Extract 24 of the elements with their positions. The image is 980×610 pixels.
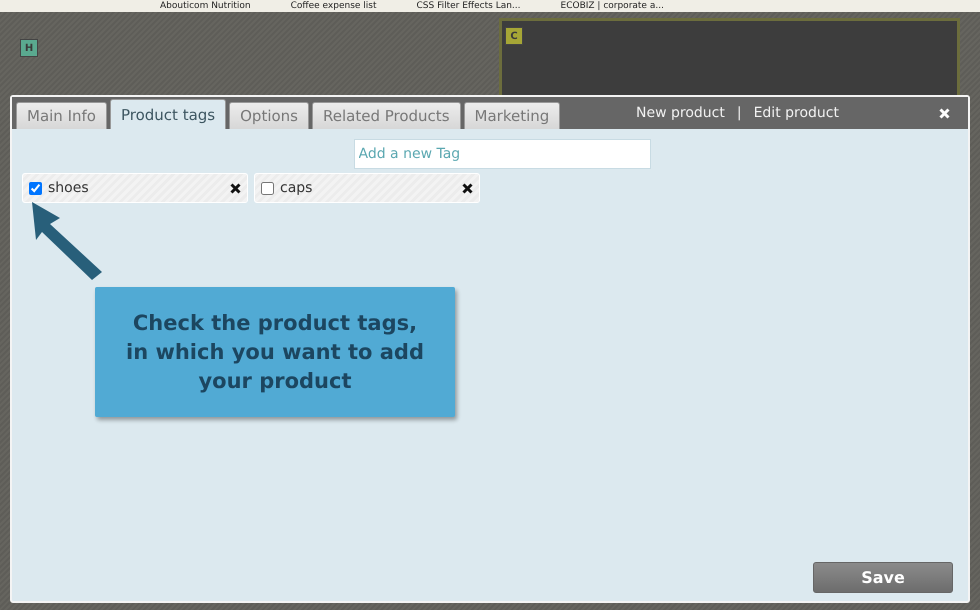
- header-link[interactable]: Edit product: [754, 105, 839, 121]
- tag-label: shoes: [48, 180, 90, 196]
- tab[interactable]: Product tags: [110, 99, 226, 129]
- new-tag-field[interactable]: Add a new Tag: [354, 139, 650, 169]
- tab[interactable]: Related Products: [312, 102, 461, 129]
- close-icon[interactable]: [939, 108, 950, 118]
- tab[interactable]: Main Info: [16, 102, 107, 129]
- tag-checkbox[interactable]: [29, 182, 42, 194]
- separator: |: [736, 105, 742, 121]
- save-button[interactable]: Save: [813, 562, 953, 593]
- bookmark-link[interactable]: Abouticom Nutrition: [160, 1, 251, 11]
- tag-checkbox[interactable]: [261, 182, 274, 194]
- header-link[interactable]: New product: [636, 105, 725, 121]
- remove-icon[interactable]: [230, 182, 241, 194]
- remove-icon[interactable]: [462, 182, 473, 194]
- bookmark-link[interactable]: ECOBIZ | corporate a...: [560, 1, 664, 11]
- tab[interactable]: Options: [229, 102, 309, 129]
- bookmark-link[interactable]: CSS Filter Effects Lan...: [416, 1, 521, 11]
- hint-callout: Check the product tags, in which you want to add your product: [95, 287, 455, 417]
- letter-badge: C: [505, 27, 523, 45]
- letter-badge: H: [20, 39, 38, 57]
- bookmark-link[interactable]: Coffee expense list: [290, 1, 377, 11]
- tag-label: caps: [280, 180, 314, 196]
- tab[interactable]: Marketing: [464, 102, 560, 129]
